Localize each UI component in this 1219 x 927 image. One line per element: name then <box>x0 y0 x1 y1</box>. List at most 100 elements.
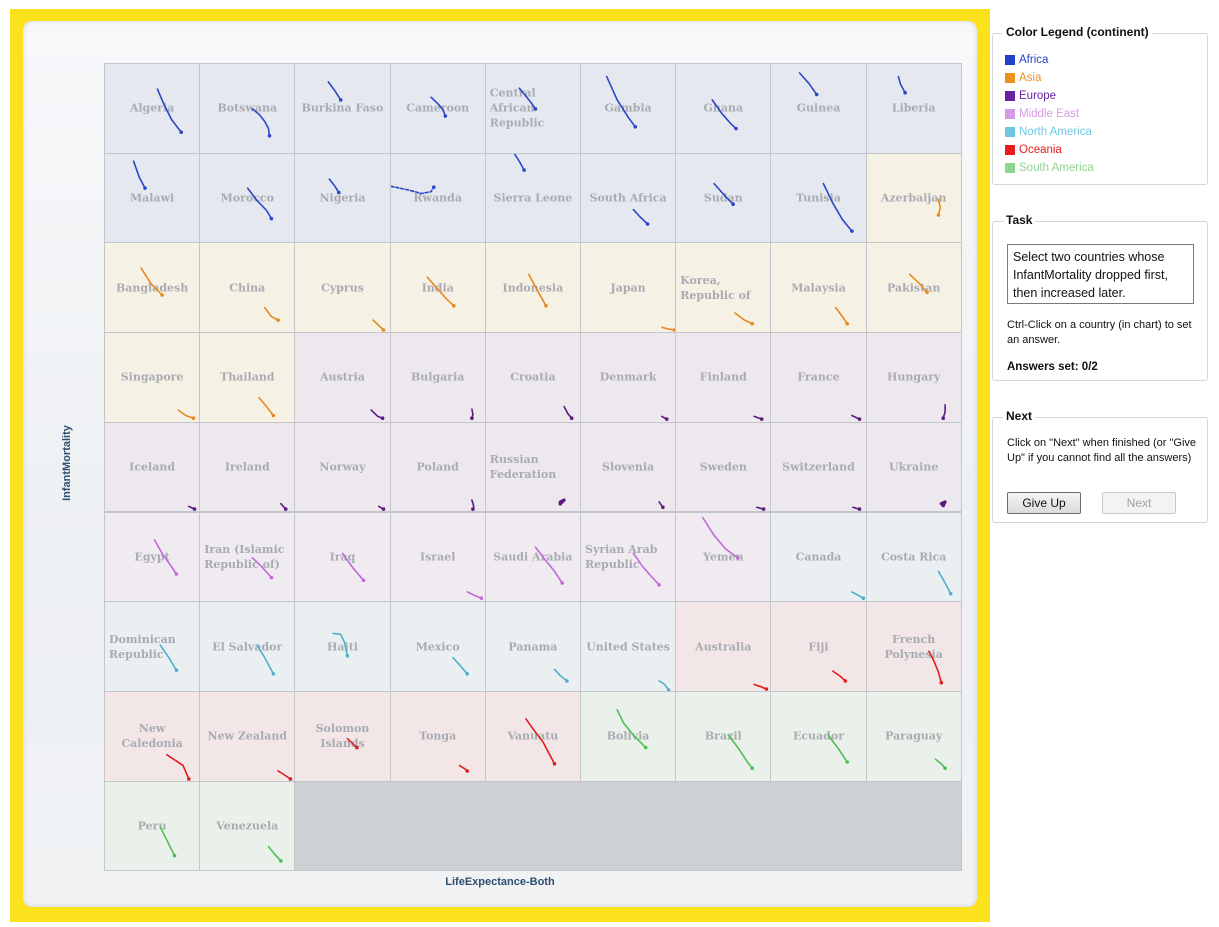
answers-label: Answers set: <box>1007 361 1079 373</box>
country-trail-end <box>902 90 907 95</box>
country-cell[interactable]: Israel <box>389 511 486 603</box>
country-trail-plot <box>346 737 360 750</box>
country-cell[interactable]: Japan <box>580 242 677 334</box>
country-cell[interactable]: Egypt <box>104 511 201 603</box>
country-cell[interactable]: Gambia <box>580 63 677 154</box>
country-cell[interactable]: China <box>199 242 296 334</box>
country-trail-plot <box>832 670 848 683</box>
country-cell[interactable]: Rwanda <box>389 152 486 244</box>
country-trail-end <box>750 766 755 770</box>
country-cell[interactable]: Singapore <box>104 332 201 423</box>
country-trail-end <box>179 130 183 134</box>
country-trail-plot <box>661 415 669 421</box>
country-cell[interactable]: New Zealand <box>199 690 296 782</box>
country-cell[interactable]: El Salvador <box>199 601 296 692</box>
country-trail-plot <box>465 590 483 600</box>
country-cell[interactable]: Iran (Islamic Republic of) <box>199 511 296 603</box>
country-trail-end <box>345 654 350 658</box>
country-cell[interactable]: Bulgaria <box>389 332 486 423</box>
legend-title: Color Legend (continent) <box>1003 25 1152 39</box>
country-cell[interactable]: France <box>770 332 867 423</box>
country-cell[interactable]: Bangladesh <box>104 242 201 334</box>
country-cell[interactable]: Pakistan <box>865 242 962 334</box>
country-cell[interactable]: Iceland <box>104 421 201 513</box>
country-cell[interactable]: Panama <box>484 601 581 692</box>
country-cell[interactable]: Tonga <box>389 690 486 782</box>
country-trail-end <box>339 98 343 102</box>
country-cell[interactable]: Cyprus <box>294 242 391 334</box>
country-cell[interactable]: Croatia <box>484 332 581 423</box>
country-cell[interactable]: Sierra Leone <box>484 152 581 244</box>
country-cell[interactable]: Finland <box>675 332 772 423</box>
country-cell[interactable]: Australia <box>675 601 772 692</box>
country-cell[interactable]: Algeria <box>104 63 201 154</box>
country-cell[interactable]: Malawi <box>104 152 201 244</box>
country-cell[interactable]: Syrian Arab Republic <box>580 511 677 603</box>
country-cell[interactable]: Slovenia <box>580 421 677 513</box>
country-cell[interactable]: Iraq <box>294 511 391 603</box>
country-cell[interactable]: Morocco <box>199 152 296 244</box>
country-cell[interactable]: Malaysia <box>770 242 867 334</box>
country-cell[interactable]: Switzerland <box>770 421 867 513</box>
country-cell[interactable]: Yemen <box>675 511 772 603</box>
country-cell[interactable]: India <box>389 242 486 334</box>
country-trail-line <box>332 632 349 657</box>
country-cell[interactable]: Norway <box>294 421 391 513</box>
country-trail-line <box>832 670 847 682</box>
country-cell[interactable]: Ukraine <box>865 421 962 513</box>
country-cell[interactable]: Vanuatu <box>484 690 581 782</box>
country-cell[interactable]: Dominican Republic <box>104 601 201 692</box>
country-cell[interactable]: Peru <box>104 780 201 872</box>
country-cell[interactable]: Sudan <box>675 152 772 244</box>
country-cell[interactable]: Costa Rica <box>865 511 962 603</box>
country-cell[interactable]: Saudi Arabia <box>484 511 581 603</box>
country-cell[interactable]: Bolivia <box>580 690 677 782</box>
country-cell[interactable]: Paraguay <box>865 690 962 782</box>
country-cell[interactable]: Ghana <box>675 63 772 154</box>
country-cell[interactable]: Brazil <box>675 690 772 782</box>
next-button[interactable]: Next <box>1102 492 1176 514</box>
country-trail-end <box>924 290 929 295</box>
country-cell[interactable]: Canada <box>770 511 867 603</box>
country-cell[interactable]: Russian Federation <box>484 421 581 513</box>
country-cell[interactable]: Guinea <box>770 63 867 154</box>
country-cell[interactable]: Venezuela <box>199 780 296 872</box>
country-trail-plot <box>425 276 456 308</box>
country-cell[interactable]: Burkina Faso <box>294 63 391 154</box>
country-cell[interactable]: New Caledonia <box>104 690 201 782</box>
country-cell[interactable]: Ecuador <box>770 690 867 782</box>
country-cell[interactable]: Mexico <box>389 601 486 692</box>
country-cell[interactable]: Tunisia <box>770 152 867 244</box>
country-cell[interactable]: Botswana <box>199 63 296 154</box>
country-trail-line <box>246 186 273 220</box>
country-cell[interactable]: Hungary <box>865 332 962 423</box>
country-cell[interactable]: Azerbaijan <box>865 152 962 244</box>
country-cell[interactable]: Denmark <box>580 332 677 423</box>
country-trail-end <box>657 582 661 587</box>
country-trail-plot <box>513 153 526 172</box>
country-cell[interactable]: Indonesia <box>484 242 581 334</box>
country-cell[interactable]: Haiti <box>294 601 391 692</box>
give-up-button[interactable]: Give Up <box>1007 492 1081 514</box>
country-cell[interactable]: Fiji <box>770 601 867 692</box>
country-cell[interactable]: Ireland <box>199 421 296 513</box>
country-cell[interactable]: Korea, Republic of <box>675 242 772 334</box>
country-trail-line <box>524 717 556 765</box>
country-trail-line <box>465 590 482 599</box>
country-trail-plot <box>166 753 191 781</box>
country-cell[interactable]: Sweden <box>675 421 772 513</box>
country-cell[interactable]: South Africa <box>580 152 677 244</box>
legend-item: Oceania <box>1005 141 1094 159</box>
country-cell[interactable]: Liberia <box>865 63 962 154</box>
country-cell[interactable]: Austria <box>294 332 391 423</box>
country-cell[interactable]: Thailand <box>199 332 296 423</box>
country-cell[interactable]: Central African Republic <box>484 63 581 154</box>
country-trail-line <box>527 273 547 307</box>
country-cell[interactable]: Solomon Islands <box>294 690 391 782</box>
country-trail-plot <box>799 72 819 97</box>
country-cell[interactable]: United States <box>580 601 677 692</box>
country-cell[interactable]: Nigeria <box>294 152 391 244</box>
country-cell[interactable]: French Polynesia <box>865 601 962 692</box>
country-cell[interactable]: Cameroon <box>389 63 486 154</box>
country-cell[interactable]: Poland <box>389 421 486 513</box>
